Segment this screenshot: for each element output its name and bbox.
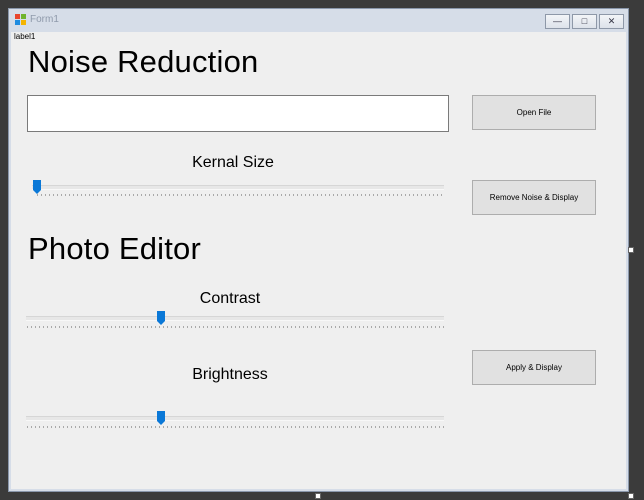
resize-handle-right[interactable]	[628, 247, 634, 253]
noise-reduction-heading: Noise Reduction	[28, 44, 259, 79]
apply-display-label: Apply & Display	[505, 363, 563, 372]
brightness-slider-ticks	[27, 426, 445, 428]
label1: label1	[14, 32, 36, 41]
file-path-textbox[interactable]	[27, 95, 449, 132]
contrast-slider-track	[26, 316, 444, 321]
open-file-label: Open File	[516, 108, 552, 117]
contrast-slider-ticks	[27, 326, 445, 328]
kernel-size-caption: Kernal Size	[192, 154, 274, 171]
kernel-slider-ticks	[37, 194, 445, 196]
title-bar[interactable]: Form1 — □ ✕	[9, 9, 628, 31]
remove-noise-display-label: Remove Noise & Display	[489, 193, 579, 202]
close-icon: ✕	[607, 16, 616, 26]
kernel-slider-thumb[interactable]	[33, 180, 41, 194]
contrast-caption: Contrast	[199, 290, 261, 307]
contrast-slider-thumb[interactable]	[156, 311, 165, 325]
close-button[interactable]: ✕	[599, 14, 624, 29]
kernel-slider-track	[32, 185, 444, 190]
app-icon	[15, 14, 27, 25]
photo-editor-heading: Photo Editor	[28, 231, 202, 266]
remove-noise-display-button[interactable]: Remove Noise & Display	[472, 180, 596, 215]
maximize-button[interactable]: □	[572, 14, 597, 29]
brightness-slider-track	[26, 416, 444, 421]
resize-handle-corner[interactable]	[628, 493, 634, 499]
form-client-area: label1 Noise Reduction Open File Kernal …	[11, 32, 626, 489]
minimize-icon: —	[553, 16, 562, 26]
form-window: Form1 — □ ✕ label1 Noise Reduction Open …	[8, 8, 629, 492]
window-title: Form1	[30, 14, 59, 25]
brightness-slider-thumb[interactable]	[156, 411, 165, 425]
minimize-button[interactable]: —	[545, 14, 570, 29]
resize-handle-bottom[interactable]	[315, 493, 321, 499]
apply-display-button[interactable]: Apply & Display	[472, 350, 596, 385]
brightness-caption: Brightness	[192, 366, 268, 383]
maximize-icon: □	[581, 16, 588, 26]
open-file-button[interactable]: Open File	[472, 95, 596, 130]
